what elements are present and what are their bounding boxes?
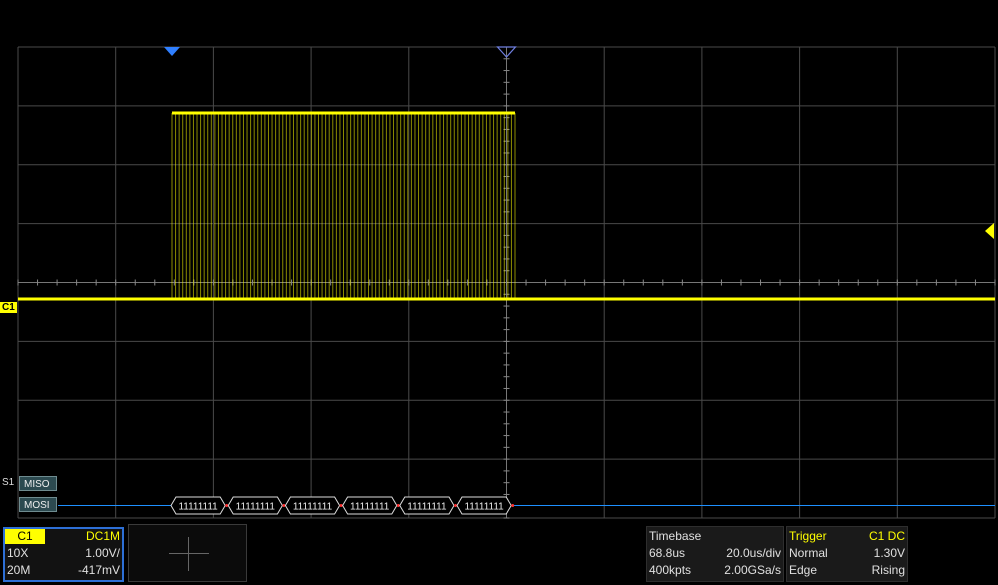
status-bar: C1 DC1M 10X 1.00V/ 20M -417mV Timebase 6… (0, 520, 998, 585)
timebase-title: Timebase (649, 529, 702, 543)
channel-1-badge: C1 (5, 529, 45, 544)
crosshair-icon-vertical (188, 537, 189, 571)
decoded-frame-value: 11111111 (350, 502, 390, 513)
waveform-grid: 11111111 11111111 11111111 11111111 11111111… (17, 46, 996, 519)
trigger-type: Edge (789, 563, 818, 577)
timebase-memory: 400kpts (649, 563, 692, 577)
trigger-level: 1.30V (873, 546, 905, 560)
channel-1-coupling: DC1M (85, 529, 120, 543)
channel-1-offset: -417mV (77, 563, 120, 577)
decoded-frame-value: 11111111 (464, 502, 504, 513)
trigger-panel[interactable]: Trigger C1 DC Normal 1.30V Edge Rising (786, 526, 908, 582)
bus-mosi-label: MOSI (19, 497, 57, 512)
trigger-level-marker-icon (985, 223, 994, 239)
bus-s1-marker: S1 (2, 477, 15, 488)
channel-1-vdiv: 1.00V/ (85, 546, 120, 560)
trigger-mode: Normal (789, 546, 828, 560)
frame-boundary-dot (511, 504, 515, 507)
decoded-frame-value: 11111111 (236, 502, 276, 513)
channel-1-panel[interactable]: C1 DC1M 10X 1.00V/ 20M -417mV (3, 527, 124, 582)
decoded-frame-value: 11111111 (407, 502, 447, 513)
channel-1-probe: 10X (7, 546, 29, 560)
trigger-source: C1 DC (868, 529, 905, 543)
trigger-slope: Rising (871, 563, 905, 577)
empty-channel-slot[interactable] (128, 524, 247, 582)
channel-1-bandwidth: 20M (7, 563, 31, 577)
decoded-frame-value: 11111111 (178, 502, 218, 513)
waveform-display[interactable]: 11111111 11111111 11111111 11111111 11111111… (0, 0, 998, 520)
timebase-panel[interactable]: Timebase 68.8us 20.0us/div 400kpts 2.00G… (646, 526, 784, 582)
timebase-sample-rate: 2.00GSa/s (724, 563, 781, 577)
timebase-tdiv: 20.0us/div (726, 546, 781, 560)
bus-miso-label: MISO (19, 476, 57, 491)
channel-1-marker[interactable]: C1 (0, 302, 17, 313)
crosshair-icon (169, 553, 209, 554)
decoded-frame-value: 11111111 (293, 502, 333, 513)
trigger-position-marker-icon (164, 47, 180, 56)
trigger-title: Trigger (789, 529, 827, 543)
timebase-delay: 68.8us (649, 546, 686, 560)
